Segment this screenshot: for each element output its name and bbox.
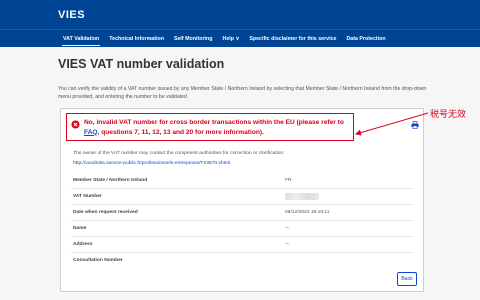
- error-message: No, invalid VAT number for cross border …: [84, 118, 352, 137]
- nav-list: VAT Validation Technical Information Sel…: [58, 30, 391, 48]
- detail-row-name: Name ---: [71, 221, 413, 237]
- error-message-text: No, invalid VAT number for cross border …: [84, 119, 344, 126]
- nav-item-specific-disclaimer[interactable]: Specific disclaimer for this service: [244, 30, 341, 48]
- intro-text: You can verify the validity of a VAT num…: [58, 86, 427, 100]
- error-banner: No, invalid VAT number for cross border …: [66, 113, 354, 141]
- nav-item-vat-validation[interactable]: VAT Validation: [58, 30, 104, 48]
- back-button[interactable]: Back: [397, 272, 417, 286]
- nav-item-data-protection[interactable]: Data Protection: [341, 30, 390, 48]
- details-table: Member State / Northern Ireland FR VAT N…: [71, 173, 413, 269]
- detail-row-consultation-number: Consultation Number: [71, 253, 413, 269]
- validation-result-card: No, invalid VAT number for cross border …: [60, 108, 424, 292]
- nav-item-technical-information[interactable]: Technical Information: [104, 30, 169, 48]
- redacted-vat-number: [285, 193, 319, 200]
- detail-label: Member State / Northern Ireland: [73, 178, 148, 183]
- contact-note: The owner of the VAT number may contact …: [73, 151, 285, 156]
- detail-label: Date when request received: [73, 210, 138, 215]
- print-icon[interactable]: [411, 121, 419, 129]
- detail-value: ---: [285, 226, 290, 231]
- detail-value: FR: [285, 178, 292, 183]
- top-header: VIES: [0, 0, 480, 29]
- nav-item-help[interactable]: Help ∨: [218, 30, 245, 48]
- detail-row-member-state: Member State / Northern Ireland FR: [71, 173, 413, 189]
- detail-row-address: Address ---: [71, 237, 413, 253]
- detail-label: VAT Number: [73, 194, 102, 199]
- detail-value: 06/12/2022 19:18:11: [285, 210, 330, 215]
- detail-label: Address: [73, 242, 93, 247]
- error-message-text-end: , questions 7, 11, 12, 13 and 20 for mor…: [97, 128, 264, 136]
- detail-label: Name: [73, 226, 87, 231]
- detail-label: Consultation Number: [73, 258, 123, 263]
- detail-row-request-date: Date when request received 06/12/2022 19…: [71, 205, 413, 221]
- faq-link[interactable]: FAQ: [84, 129, 98, 136]
- page-title: VIES VAT number validation: [58, 57, 225, 71]
- main-navigation: VAT Validation Technical Information Sel…: [0, 29, 480, 47]
- authorities-link[interactable]: http://vosdroits.service-public.fr/profe…: [73, 161, 230, 166]
- brand-logo-text[interactable]: VIES: [58, 9, 85, 21]
- detail-row-vat-number: VAT Number: [71, 189, 413, 205]
- error-circle-icon: [71, 120, 80, 129]
- detail-value: ---: [285, 242, 290, 247]
- nav-item-self-monitoring[interactable]: Self Monitoring: [169, 30, 218, 48]
- annotation-label: 税号无效: [430, 110, 467, 120]
